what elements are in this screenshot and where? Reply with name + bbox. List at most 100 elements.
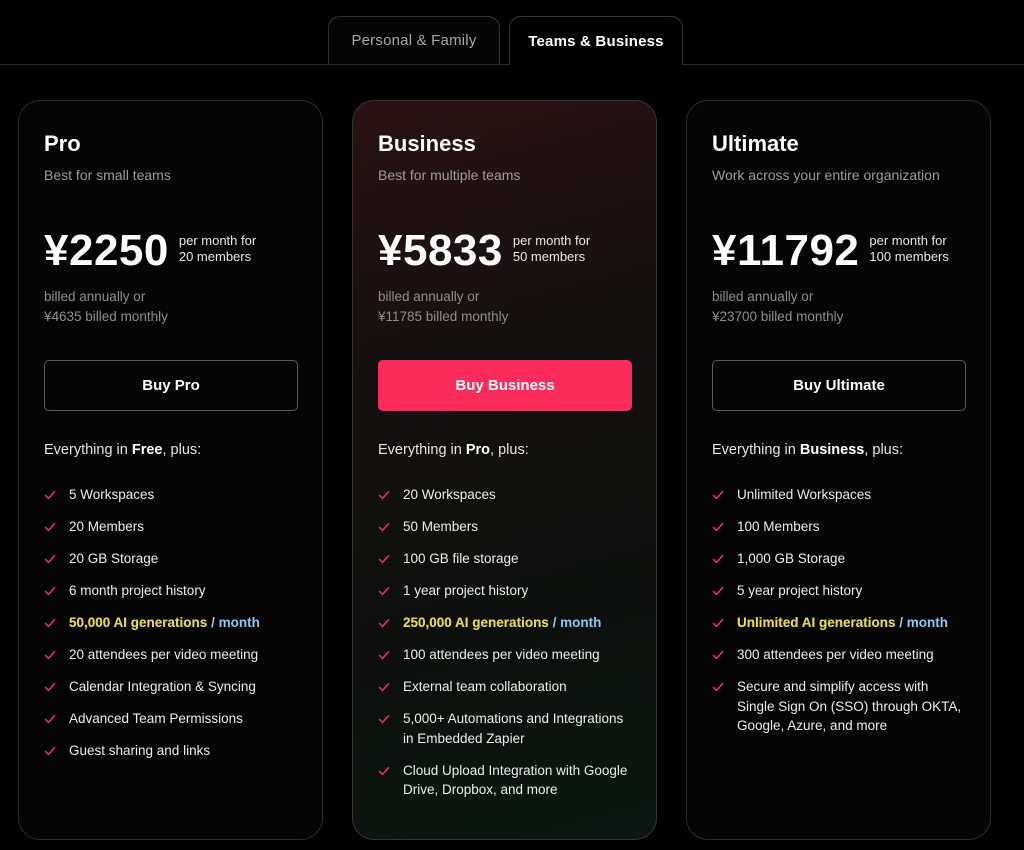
plan-tagline: Best for multiple teams xyxy=(378,167,521,183)
feature-text: Guest sharing and links xyxy=(69,743,211,758)
check-icon xyxy=(712,489,724,501)
tab-personal-family[interactable]: Personal & Family xyxy=(328,16,500,64)
feature-text: External team collaboration xyxy=(403,679,567,694)
price-note-line-1: per month for xyxy=(869,233,947,248)
price-note-line-2: 20 members xyxy=(178,249,252,264)
feature-text: 5 year project history xyxy=(737,583,863,598)
feature-list: 20 Workspaces 50 Members 100 GB file stora… xyxy=(378,485,631,812)
buy-business-button[interactable]: Buy Business xyxy=(378,360,632,411)
feature-item-ai-generations: Unlimited AI generations / month xyxy=(712,613,965,633)
ai-generations-amount: Unlimited AI generations xyxy=(737,615,896,630)
ai-generations-text: 50,000 AI generations / month xyxy=(69,613,260,633)
check-icon xyxy=(378,649,390,661)
everything-suffix: , plus: xyxy=(162,442,202,458)
feature-item: Guest sharing and links xyxy=(44,741,297,761)
feature-item: 100 Members xyxy=(712,517,965,537)
check-icon xyxy=(712,681,724,693)
feature-text: 100 Members xyxy=(737,519,820,534)
feature-text: 300 attendees per video meeting xyxy=(737,647,934,662)
everything-in-heading: Everything in Pro, plus: xyxy=(378,442,529,458)
check-icon xyxy=(378,521,390,533)
check-icon xyxy=(712,585,724,597)
check-icon xyxy=(712,553,724,565)
feature-item: 50 Members xyxy=(378,517,631,537)
ai-generations-amount: 50,000 AI generations xyxy=(69,615,208,630)
check-icon xyxy=(378,617,390,629)
feature-text: 20 Workspaces xyxy=(403,487,496,502)
check-icon xyxy=(44,617,56,629)
buy-pro-button[interactable]: Buy Pro xyxy=(44,360,298,411)
feature-text: Calendar Integration & Syncing xyxy=(69,679,256,694)
check-icon xyxy=(378,681,390,693)
feature-text: 5 Workspaces xyxy=(69,487,155,502)
feature-item: 100 GB file storage xyxy=(378,549,631,569)
feature-item: 1,000 GB Storage xyxy=(712,549,965,569)
ai-generations-unit: month xyxy=(218,615,260,630)
feature-item: 100 attendees per video meeting xyxy=(378,645,631,665)
price-row: ¥2250 per month for 20 members xyxy=(44,225,279,277)
everything-prefix: Everything in xyxy=(712,442,800,458)
check-icon xyxy=(378,553,390,565)
feature-item: External team collaboration xyxy=(378,677,631,697)
check-icon xyxy=(378,489,390,501)
plan-price: ¥5833 xyxy=(378,226,503,275)
feature-item: Calendar Integration & Syncing xyxy=(44,677,297,697)
plan-price: ¥11792 xyxy=(712,226,860,275)
feature-text: 100 attendees per video meeting xyxy=(403,647,600,662)
everything-plan: Free xyxy=(131,442,163,458)
feature-text: Cloud Upload Integration with Google Dri… xyxy=(403,762,628,798)
feature-item: 300 attendees per video meeting xyxy=(712,645,965,665)
billing-info: billed annually or ¥11785 billed monthly xyxy=(378,287,508,327)
check-icon xyxy=(44,649,56,661)
everything-in-heading: Everything in Business, plus: xyxy=(712,442,903,458)
ai-generations-separator: / xyxy=(548,615,561,630)
ai-generations-text: 250,000 AI generations / month xyxy=(403,613,601,633)
check-icon xyxy=(712,649,724,661)
feature-text: 1 year project history xyxy=(403,583,529,598)
check-icon xyxy=(44,553,56,565)
everything-prefix: Everything in xyxy=(378,442,466,458)
tab-teams-business[interactable]: Teams & Business xyxy=(509,16,683,65)
feature-text: 1,000 GB Storage xyxy=(737,551,846,566)
feature-item-ai-generations: 50,000 AI generations / month xyxy=(44,613,297,633)
billing-line-1: billed annually or xyxy=(44,289,146,304)
feature-item: 1 year project history xyxy=(378,581,631,601)
feature-item: 20 Members xyxy=(44,517,297,537)
billing-line-2: ¥23700 billed monthly xyxy=(712,309,844,324)
feature-item: 20 Workspaces xyxy=(378,485,631,505)
feature-text: Advanced Team Permissions xyxy=(69,711,243,726)
feature-text: Unlimited Workspaces xyxy=(737,487,872,502)
check-icon xyxy=(44,745,56,757)
feature-item: 5 Workspaces xyxy=(44,485,297,505)
everything-prefix: Everything in xyxy=(44,442,132,458)
billing-info: billed annually or ¥23700 billed monthly xyxy=(712,287,843,327)
price-note: per month for 50 members xyxy=(513,233,613,265)
feature-text: 5,000+ Automations and Integrations in E… xyxy=(403,711,624,746)
plan-name: Ultimate xyxy=(712,131,799,156)
check-icon xyxy=(44,713,56,725)
ai-generations-unit: month xyxy=(906,615,949,630)
plan-name: Business xyxy=(378,131,476,156)
feature-item: Unlimited Workspaces xyxy=(712,485,965,505)
feature-item: Cloud Upload Integration with Google Dri… xyxy=(378,761,631,800)
plan-card-pro: Pro Best for small teams ¥2250 per month… xyxy=(18,100,323,840)
ai-generations-amount: 250,000 AI generations xyxy=(403,615,549,630)
plan-tagline: Best for small teams xyxy=(44,167,171,183)
buy-ultimate-button[interactable]: Buy Ultimate xyxy=(712,360,966,411)
ai-generations-separator: / xyxy=(895,615,907,630)
billing-info: billed annually or ¥4635 billed monthly xyxy=(44,287,168,327)
price-note: per month for 100 members xyxy=(869,233,969,265)
everything-suffix: , plus: xyxy=(490,442,529,458)
everything-suffix: , plus: xyxy=(864,442,904,458)
feature-item: 20 attendees per video meeting xyxy=(44,645,297,665)
plan-price: ¥2250 xyxy=(44,226,169,275)
feature-item: 20 GB Storage xyxy=(44,549,297,569)
feature-text: 20 attendees per video meeting xyxy=(69,647,259,662)
feature-text: 6 month project history xyxy=(69,583,206,598)
plan-card-ultimate: Ultimate Work across your entire organiz… xyxy=(686,100,991,840)
price-note-line-1: per month for xyxy=(178,233,257,248)
feature-item: 5 year project history xyxy=(712,581,965,601)
check-icon xyxy=(378,765,390,777)
check-icon xyxy=(378,713,390,725)
billing-line-1: billed annually or xyxy=(378,289,480,304)
